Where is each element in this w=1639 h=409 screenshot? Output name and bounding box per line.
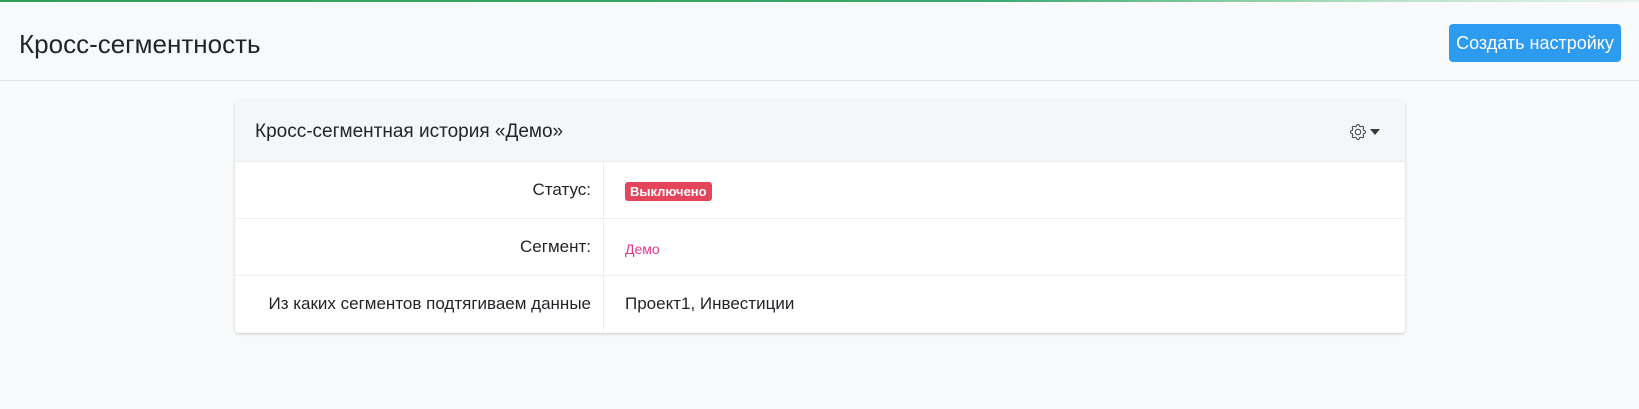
source-segments-value: Проект1, Инвестиции (625, 294, 795, 313)
segment-label: Сегмент: (520, 237, 591, 256)
create-setting-button[interactable]: Создать настройку (1449, 24, 1621, 62)
segment-link[interactable]: Демо (625, 240, 660, 258)
source-segments-row: Из каких сегментов подтягиваем данные Пр… (235, 275, 1405, 332)
caret-down-icon[interactable] (1370, 129, 1380, 135)
row-divider (603, 219, 604, 275)
gear-icon[interactable] (1350, 124, 1366, 140)
row-divider (603, 276, 604, 332)
status-row: Статус: Выключено (235, 161, 1405, 218)
settings-dropdown[interactable] (1350, 121, 1386, 143)
cross-segment-card: Кросс-сегментная история «Демо» Статус: … (235, 101, 1405, 333)
source-segments-label: Из каких сегментов подтягиваем данные (268, 294, 591, 313)
row-divider (603, 162, 604, 218)
page-header: Кросс-сегментность Создать настройку (0, 2, 1639, 81)
card-title: Кросс-сегментная история «Демо» (255, 121, 564, 142)
segment-row: Сегмент: Демо (235, 218, 1405, 275)
page-title: Кросс-сегментность (19, 29, 261, 59)
card-header: Кросс-сегментная история «Демо» (235, 101, 1405, 161)
status-badge: Выключено (625, 182, 712, 201)
status-label: Статус: (532, 180, 591, 199)
